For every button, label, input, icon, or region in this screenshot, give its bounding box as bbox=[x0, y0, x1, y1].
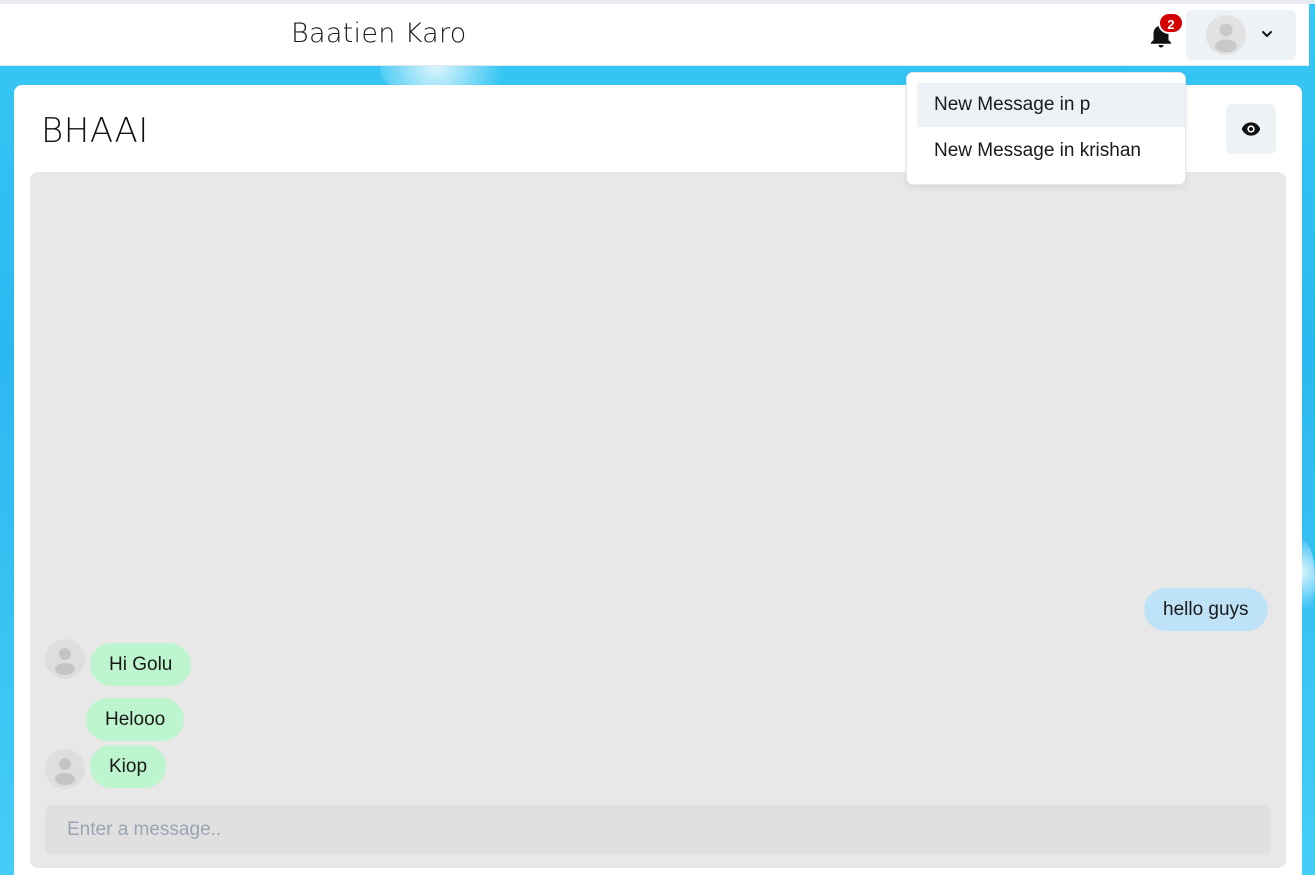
eye-icon bbox=[1241, 122, 1261, 136]
sender-avatar[interactable] bbox=[45, 749, 85, 789]
user-avatar bbox=[1206, 15, 1246, 55]
top-navbar: Baatien Karo bbox=[0, 4, 1309, 66]
person-icon bbox=[1215, 23, 1237, 53]
person-icon bbox=[55, 648, 75, 675]
sender-avatar[interactable] bbox=[45, 639, 85, 679]
notification-item[interactable]: New Message in krishan bbox=[917, 129, 1185, 173]
notifications-dropdown: New Message in p New Message in krishan bbox=[906, 72, 1186, 185]
message-bubble-other: Kiop bbox=[90, 745, 167, 788]
notification-item[interactable]: New Message in p bbox=[917, 83, 1185, 127]
message-bubble-other: Hi Golu bbox=[90, 643, 192, 686]
chevron-down-icon bbox=[1262, 31, 1272, 37]
message-input-container bbox=[45, 805, 1271, 855]
message-area[interactable] bbox=[30, 172, 1286, 868]
message-input[interactable] bbox=[45, 805, 1271, 855]
profile-menu-button[interactable] bbox=[1186, 10, 1296, 60]
chat-title: BHAAI bbox=[41, 111, 149, 151]
person-icon bbox=[55, 758, 75, 785]
message-bubble-self: hello guys bbox=[1144, 588, 1268, 631]
view-profile-button[interactable] bbox=[1226, 104, 1276, 154]
message-bubble-other: Helooo bbox=[86, 698, 185, 741]
app-brand-title: Baatien Karo bbox=[291, 18, 467, 49]
notification-count-badge: 2 bbox=[1158, 12, 1184, 34]
